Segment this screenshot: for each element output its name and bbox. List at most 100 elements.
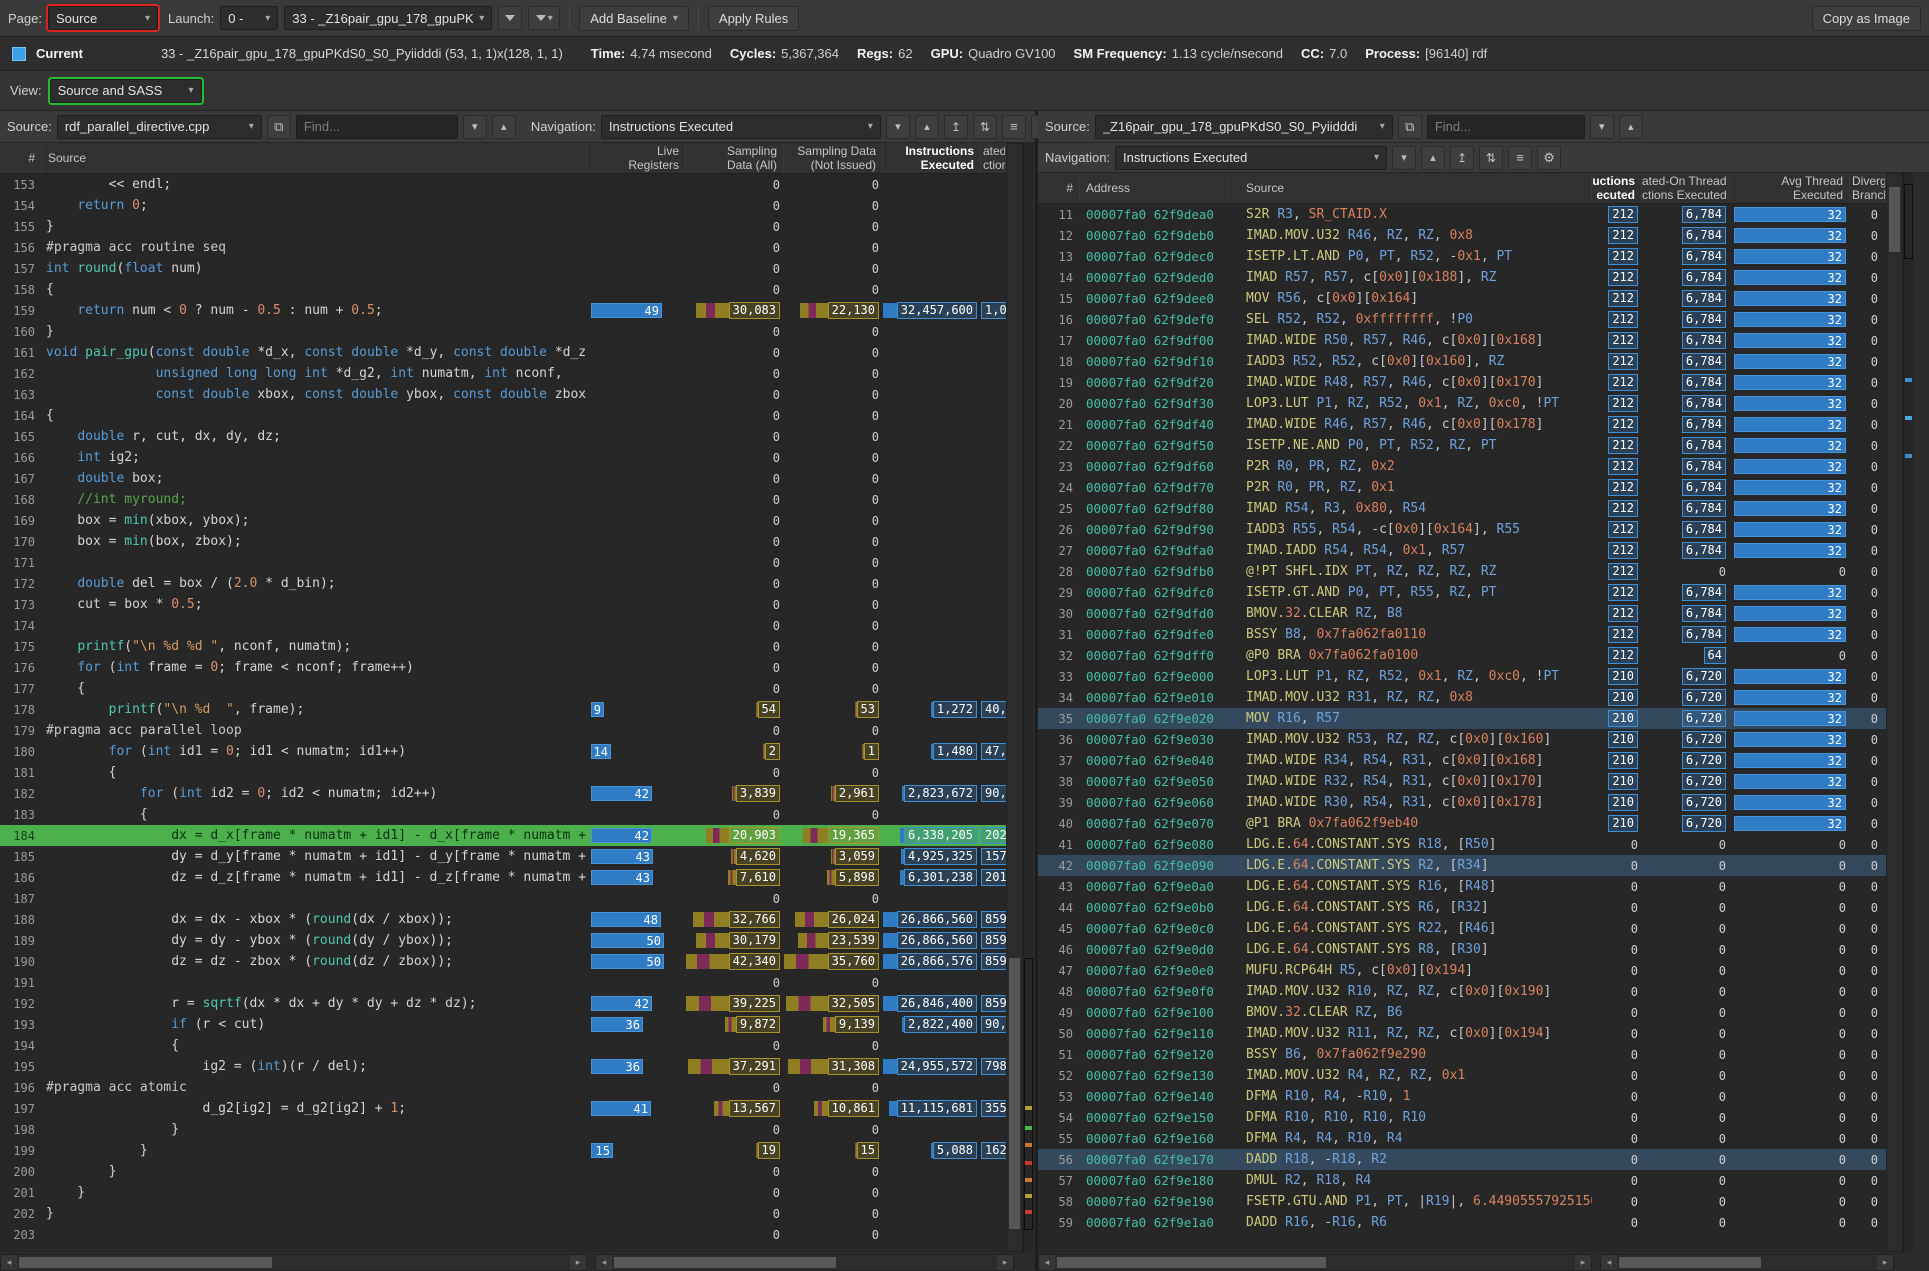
col-instructions-executed[interactable]: uctionsecuted xyxy=(1592,173,1642,203)
launch-index-select[interactable]: 0 - xyxy=(220,6,278,30)
copy-button[interactable] xyxy=(267,115,291,139)
find-input[interactable] xyxy=(296,115,458,139)
sass-line-row[interactable]: 2700007fa0 62f9dfa0IMAD.IADD R54, R54, 0… xyxy=(1038,540,1886,561)
page-select[interactable]: Source xyxy=(48,6,158,30)
sass-line-row[interactable]: 1100007fa0 62f9dea0S2R R3, SR_CTAID.X212… xyxy=(1038,204,1886,225)
sass-line-row[interactable]: 5700007fa0 62f9e180DMUL R2, R18, R40000 xyxy=(1038,1170,1886,1191)
sass-line-row[interactable]: 2000007fa0 62f9df30LOP3.LUT P1, RZ, R52,… xyxy=(1038,393,1886,414)
sass-line-row[interactable]: 4400007fa0 62f9e0b0LDG.E.64.CONSTANT.SYS… xyxy=(1038,897,1886,918)
launch-kernel-select[interactable]: 33 - _Z16pair_gpu_178_gpuPKdS0_S0_Pyiidd… xyxy=(284,6,492,30)
source-line-row[interactable]: 192 r = sqrtf(dx * dx + dy * dy + dz * d… xyxy=(0,993,1006,1014)
scroll-right-button[interactable] xyxy=(1575,1255,1591,1270)
source-line-row[interactable]: 199 }1519155,088162,816 xyxy=(0,1140,1006,1161)
source-line-row[interactable]: 179#pragma acc parallel loop00 xyxy=(0,720,1006,741)
next-hotspot-button[interactable] xyxy=(886,115,910,139)
source-line-row[interactable]: 172 double del = box / (2.0 * d_bin);00 xyxy=(0,573,1006,594)
scrollbar-thumb[interactable] xyxy=(1009,958,1020,1229)
source-line-row[interactable]: 193 if (r < cut)369,8729,1392,822,40090,… xyxy=(0,1014,1006,1035)
source-line-row[interactable]: 162 unsigned long long int *d_g2, int nu… xyxy=(0,363,1006,384)
source-line-row[interactable]: 202}00 xyxy=(0,1203,1006,1224)
source-line-row[interactable]: 168 //int myround;00 xyxy=(0,489,1006,510)
navigation-metric-select[interactable]: Instructions Executed xyxy=(1115,146,1387,170)
col-line-number[interactable]: # xyxy=(0,143,42,173)
col-sampling-all[interactable]: SamplingData (All) xyxy=(686,143,784,173)
source-line-row[interactable]: 178 printf("\n %d ", frame);954531,27240… xyxy=(0,699,1006,720)
source-line-row[interactable]: 165 double r, cut, dx, dy, dz;00 xyxy=(0,426,1006,447)
col-address[interactable]: Address xyxy=(1080,173,1228,203)
source-line-row[interactable]: 197 d_g2[ig2] = d_g2[ig2] + 1;4113,56710… xyxy=(0,1098,1006,1119)
source-line-row[interactable]: 185 dy = d_y[frame * numatm + id1] - d_y… xyxy=(0,846,1006,867)
sass-line-row[interactable]: 5400007fa0 62f9e150DFMA R10, R10, R10, R… xyxy=(1038,1107,1886,1128)
source-line-row[interactable]: 158{00 xyxy=(0,279,1006,300)
prev-hotspot-button[interactable] xyxy=(1421,146,1445,170)
source-line-row[interactable]: 169 box = min(xbox, ybox);00 xyxy=(0,510,1006,531)
col-avg-thread-executed[interactable]: Avg ThreadExecuted xyxy=(1730,173,1850,203)
scroll-right-button[interactable] xyxy=(1877,1255,1893,1270)
source-line-row[interactable]: 17100 xyxy=(0,552,1006,573)
scrollbar-track[interactable] xyxy=(18,1255,569,1270)
apply-rules-button[interactable]: Apply Rules xyxy=(708,6,799,31)
sass-line-row[interactable]: 4100007fa0 62f9e080LDG.E.64.CONSTANT.SYS… xyxy=(1038,834,1886,855)
sass-line-row[interactable]: 2900007fa0 62f9dfc0ISETP.GT.AND P0, PT, … xyxy=(1038,582,1886,603)
filter-button[interactable] xyxy=(498,6,522,30)
horizontal-scrollbar[interactable] xyxy=(1038,1254,1592,1271)
sass-line-row[interactable]: 1400007fa0 62f9ded0IMAD R57, R57, c[0x0]… xyxy=(1038,267,1886,288)
swap-panes-button[interactable] xyxy=(1479,146,1503,170)
source-line-row[interactable]: 201 }00 xyxy=(0,1182,1006,1203)
sass-line-row[interactable]: 4900007fa0 62f9e100BMOV.32.CLEAR RZ, B60… xyxy=(1038,1002,1886,1023)
source-line-row[interactable]: 154 return 0;00 xyxy=(0,195,1006,216)
scroll-right-button[interactable] xyxy=(997,1255,1013,1270)
scrollbar-thumb[interactable] xyxy=(19,1257,272,1268)
source-line-row[interactable]: 182 for (int id2 = 0; id2 < numatm; id2+… xyxy=(0,783,1006,804)
sass-line-row[interactable]: 4700007fa0 62f9e0e0MUFU.RCP64H R5, c[0x0… xyxy=(1038,960,1886,981)
sass-line-row[interactable]: 3100007fa0 62f9dfe0BSSY B8, 0x7fa062fa01… xyxy=(1038,624,1886,645)
sass-line-row[interactable]: 3000007fa0 62f9dfd0BMOV.32.CLEAR RZ, B82… xyxy=(1038,603,1886,624)
sass-line-row[interactable]: 5900007fa0 62f9e1a0DADD R16, -R16, R6000… xyxy=(1038,1212,1886,1233)
col-divergent-branches[interactable]: DivergentBranches xyxy=(1850,173,1886,203)
sass-line-row[interactable]: 3200007fa0 62f9dff0@P0 BRA 0x7fa062fa010… xyxy=(1038,645,1886,666)
sass-line-row[interactable]: 5800007fa0 62f9e190FSETP.GTU.AND P1, PT,… xyxy=(1038,1191,1886,1212)
source-line-row[interactable]: 196#pragma acc atomic00 xyxy=(0,1077,1006,1098)
col-live-registers[interactable]: LiveRegisters xyxy=(587,143,686,173)
source-line-row[interactable]: 155}00 xyxy=(0,216,1006,237)
source-line-row[interactable]: 200 }00 xyxy=(0,1161,1006,1182)
sass-line-row[interactable]: 2600007fa0 62f9df90IADD3 R55, R54, -c[0x… xyxy=(1038,519,1886,540)
scroll-left-button[interactable] xyxy=(596,1255,612,1270)
source-line-row[interactable]: 163 const double xbox, const double ybox… xyxy=(0,384,1006,405)
vertical-scrollbar[interactable] xyxy=(1886,173,1903,1252)
sass-line-row[interactable]: 2300007fa0 62f9df60P2R R0, PR, RZ, 0x221… xyxy=(1038,456,1886,477)
source-line-row[interactable]: 170 box = min(box, zbox);00 xyxy=(0,531,1006,552)
sass-line-row[interactable]: 3600007fa0 62f9e030IMAD.MOV.U32 R53, RZ,… xyxy=(1038,729,1886,750)
heatmap-strip[interactable] xyxy=(1023,143,1033,1252)
heatmap-strip[interactable] xyxy=(1903,173,1913,1252)
sass-line-row[interactable]: 5100007fa0 62f9e120BSSY B6, 0x7fa062f9e2… xyxy=(1038,1044,1886,1065)
source-line-row[interactable]: 198 }00 xyxy=(0,1119,1006,1140)
source-line-row[interactable]: 19100 xyxy=(0,972,1006,993)
sass-line-row[interactable]: 4000007fa0 62f9e070@P1 BRA 0x7fa062f9eb4… xyxy=(1038,813,1886,834)
navigation-metric-select[interactable]: Instructions Executed xyxy=(601,115,881,139)
sass-line-row[interactable]: 3400007fa0 62f9e010IMAD.MOV.U32 R31, RZ,… xyxy=(1038,687,1886,708)
source-line-row[interactable]: 186 dz = d_z[frame * numatm + id1] - d_z… xyxy=(0,867,1006,888)
scrollbar-thumb[interactable] xyxy=(1889,187,1900,252)
sass-line-row[interactable]: 3700007fa0 62f9e040IMAD.WIDE R34, R54, R… xyxy=(1038,750,1886,771)
scrollbar-thumb[interactable] xyxy=(1619,1257,1761,1268)
scroll-left-button[interactable] xyxy=(1,1255,17,1270)
column-menu-button[interactable] xyxy=(1508,146,1532,170)
sass-line-row[interactable]: 5000007fa0 62f9e110IMAD.MOV.U32 R11, RZ,… xyxy=(1038,1023,1886,1044)
scrollbar-thumb[interactable] xyxy=(1057,1257,1326,1268)
col-predicated-on-thread[interactable]: ated-On Threadctions Executed xyxy=(981,143,1006,173)
sass-function-select[interactable]: _Z16pair_gpu_178_gpuPKdS0_S0_Pyiidddi xyxy=(1095,115,1393,139)
sass-line-row[interactable]: 1200007fa0 62f9deb0IMAD.MOV.U32 R46, RZ,… xyxy=(1038,225,1886,246)
goto-top-button[interactable] xyxy=(1450,146,1474,170)
sass-line-row[interactable]: 5200007fa0 62f9e130IMAD.MOV.U32 R4, RZ, … xyxy=(1038,1065,1886,1086)
options-button[interactable] xyxy=(1537,146,1561,170)
source-line-row[interactable]: 190 dz = dz - zbox * (round(dz / zbox));… xyxy=(0,951,1006,972)
sass-line-row[interactable]: 1800007fa0 62f9df10IADD3 R52, R52, c[0x0… xyxy=(1038,351,1886,372)
swap-panes-button[interactable] xyxy=(973,115,997,139)
source-line-row[interactable]: 175 printf("\n %d %d ", nconf, numatm);0… xyxy=(0,636,1006,657)
scrollbar-track[interactable] xyxy=(1056,1255,1574,1270)
source-line-row[interactable]: 183 {00 xyxy=(0,804,1006,825)
find-next-button[interactable] xyxy=(463,115,487,139)
source-line-row[interactable]: 195 ig2 = (int)(r / del);3637,29131,3082… xyxy=(0,1056,1006,1077)
source-line-row[interactable]: 173 cut = box * 0.5;00 xyxy=(0,594,1006,615)
